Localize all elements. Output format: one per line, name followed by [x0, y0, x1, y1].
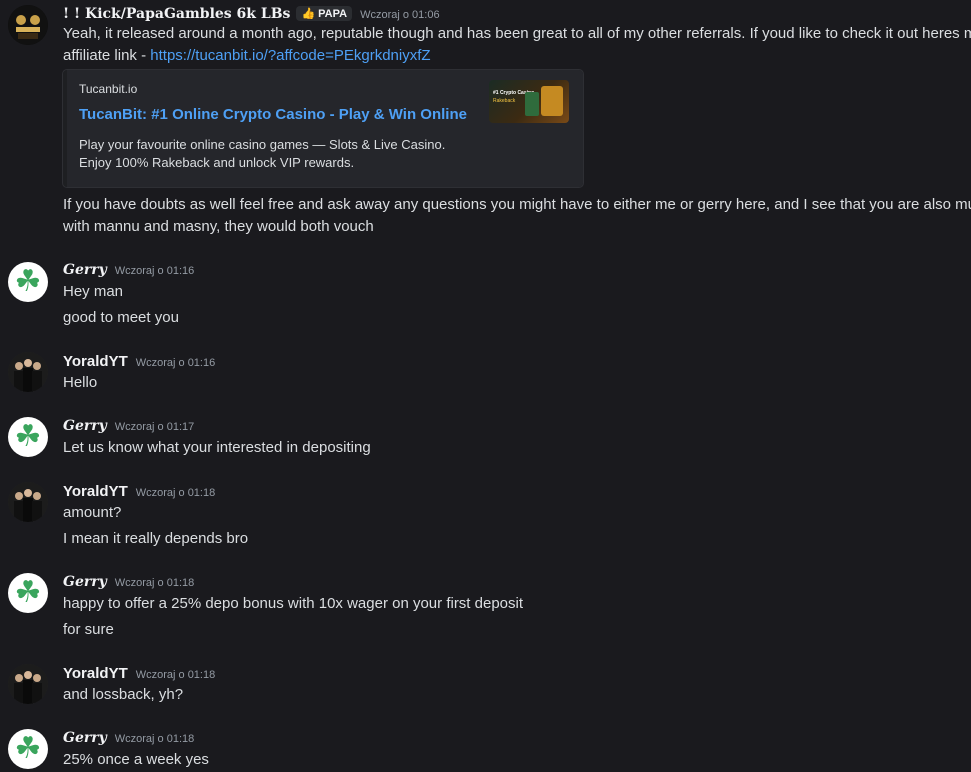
message-text: amount? [63, 504, 122, 521]
username[interactable]: Gerry [63, 730, 107, 746]
message-text: Let us know what your interested in depo… [63, 439, 371, 456]
role-tag[interactable]: 👍 PAPA [296, 6, 353, 21]
username[interactable]: Gerry [63, 574, 107, 590]
message-text: good to meet you [63, 309, 179, 326]
embed-title[interactable]: TucanBit: #1 Online Crypto Casino - Play… [79, 106, 467, 123]
avatar[interactable]: ☘ [8, 573, 48, 613]
message-text: Hey man [63, 283, 124, 300]
timestamp: Wczoraj o 01:18 [114, 733, 195, 745]
clover-icon: ☘ [14, 419, 42, 454]
clover-icon: ☘ [14, 575, 42, 610]
avatar[interactable] [8, 664, 48, 704]
avatar[interactable]: ☘ [8, 417, 48, 457]
timestamp: Wczoraj o 01:06 [360, 9, 440, 21]
group-photo [8, 664, 48, 704]
embed-provider[interactable]: Tucanbit.io [79, 82, 137, 96]
message-papagambles: ! ! Kick/PapaGambles 6k LBs 👍 PAPA Wczor… [0, 0, 971, 245]
timestamp: Wczoraj o 01:18 [114, 577, 195, 589]
timestamp: Wczoraj o 01:18 [135, 487, 216, 499]
username[interactable]: Gerry [63, 262, 107, 278]
message-text-link-line: affiliate link - https://tucanbit.io/?af… [63, 47, 431, 64]
thumbnail-graphic [541, 86, 563, 116]
username[interactable]: YoraldYT [63, 483, 128, 500]
username[interactable]: YoraldYT [63, 665, 128, 682]
group-photo [8, 352, 48, 392]
timestamp: Wczoraj o 01:16 [135, 357, 216, 369]
message-text: for sure [63, 621, 114, 638]
avatar[interactable]: ☘ [8, 729, 48, 769]
papagambles-logo [8, 5, 48, 45]
thumbnail-graphic [525, 92, 539, 116]
thumbs-up-icon: 👍 [301, 8, 316, 20]
message-text: happy to offer a 25% depo bonus with 10x… [63, 595, 524, 612]
username[interactable]: ! ! Kick/PapaGambles 6k LBs [63, 6, 290, 22]
avatar[interactable] [8, 352, 48, 392]
group-photo [8, 482, 48, 522]
embed-description: Play your favourite online casino games … [79, 137, 446, 170]
link-embed: Tucanbit.io TucanBit: #1 Online Crypto C… [62, 69, 584, 188]
username[interactable]: Gerry [63, 418, 107, 434]
affiliate-link[interactable]: https://tucanbit.io/?affcode=PEkgrkdniyx… [150, 47, 430, 64]
username[interactable]: YoraldYT [63, 353, 128, 370]
timestamp: Wczoraj o 01:16 [114, 265, 195, 277]
timestamp: Wczoraj o 01:17 [114, 421, 195, 433]
message-text: I mean it really depends bro [63, 530, 249, 547]
avatar[interactable]: ☘ [8, 262, 48, 302]
message-text: 25% once a week yes [63, 751, 209, 768]
timestamp: Wczoraj o 01:18 [135, 669, 216, 681]
message-text: Yeah, it released around a month ago, re… [63, 25, 971, 42]
thumbnail-text: Rakeback [493, 98, 516, 104]
message-text: Hello [63, 374, 98, 391]
message-text: and lossback, yh? [63, 686, 184, 703]
clover-icon: ☘ [14, 731, 42, 766]
avatar[interactable] [8, 5, 48, 45]
message-text: If you have doubts as well feel free and… [63, 196, 971, 213]
embed-thumbnail[interactable]: #1 Crypto Casino Rakeback [489, 80, 569, 123]
clover-icon: ☘ [14, 264, 42, 299]
message-text: with mannu and masny, they would both vo… [63, 218, 374, 235]
avatar[interactable] [8, 482, 48, 522]
